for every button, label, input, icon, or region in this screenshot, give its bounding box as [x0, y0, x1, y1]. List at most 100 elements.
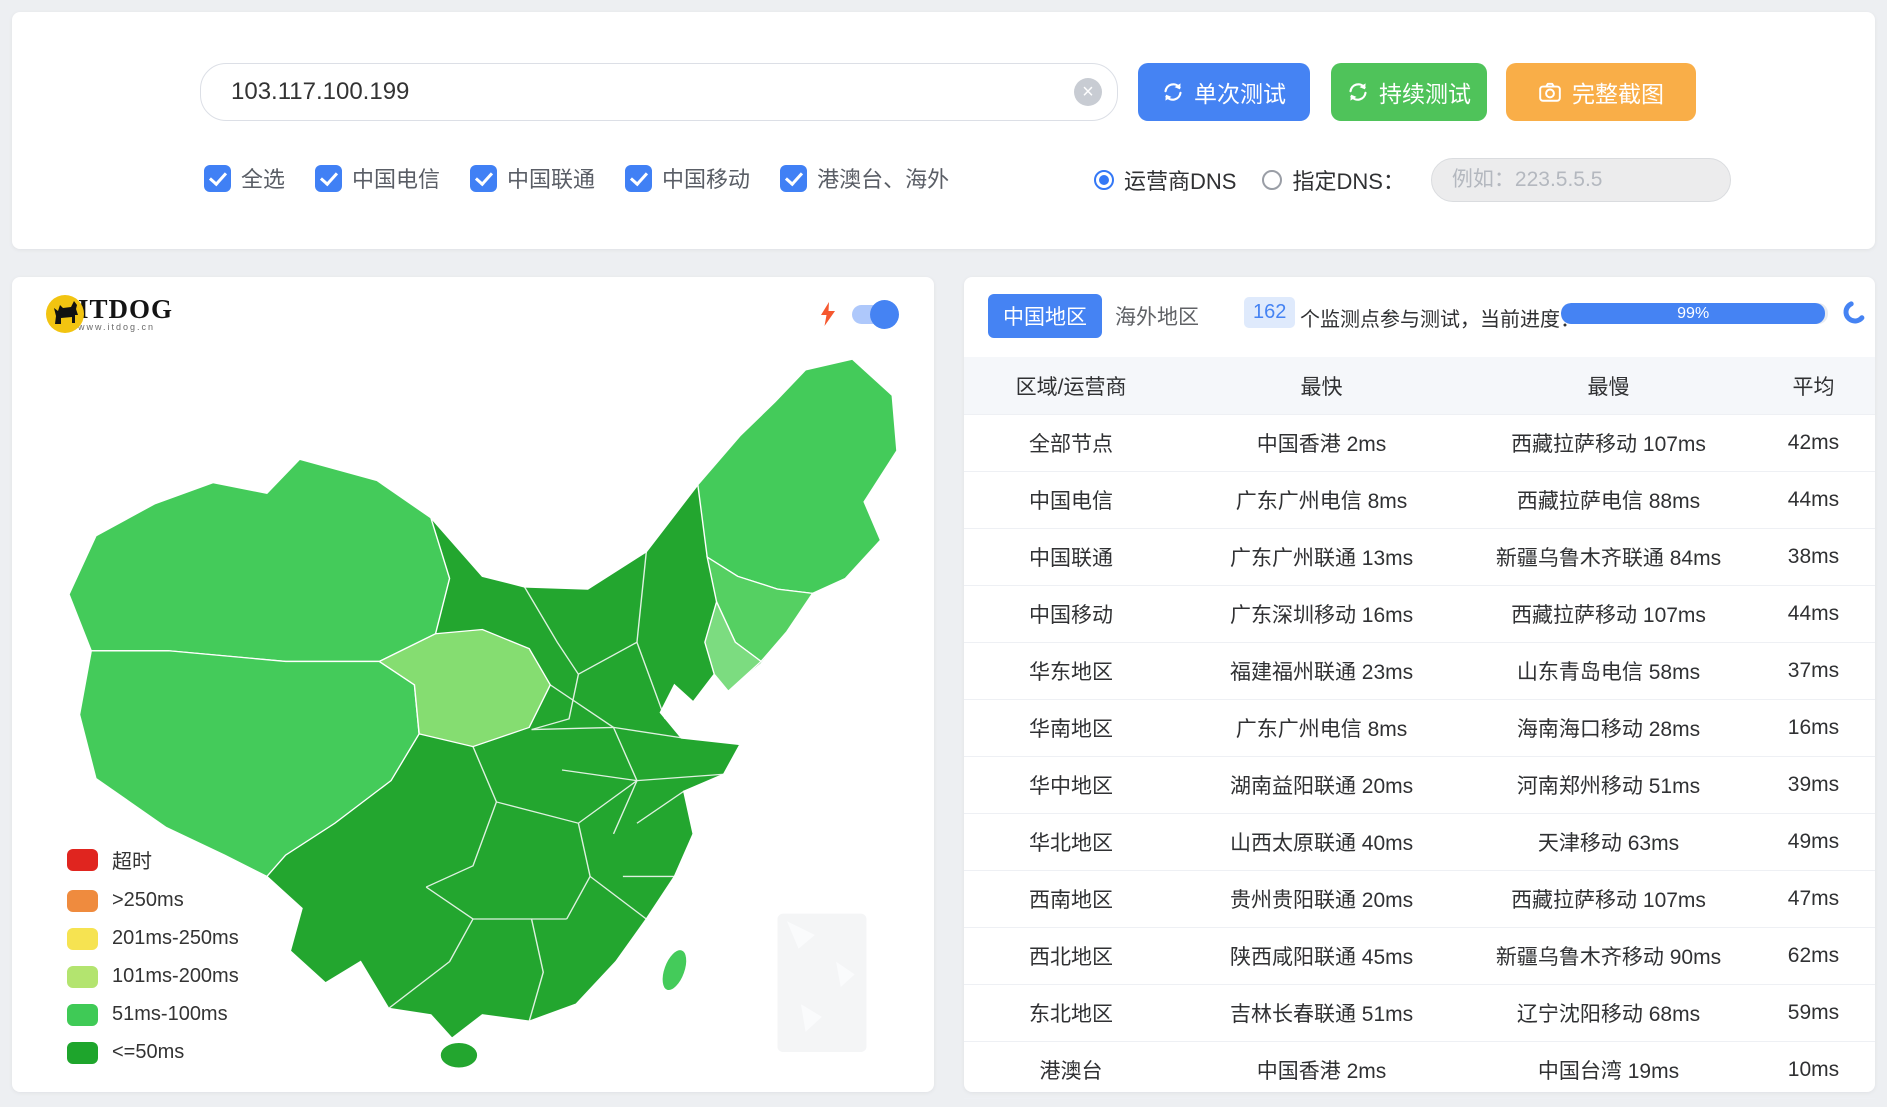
- isp-checkbox[interactable]: 中国电信: [315, 162, 440, 194]
- legend-label: 51ms-100ms: [112, 1003, 228, 1025]
- legend-label: 超时: [112, 851, 152, 873]
- isp-checkbox[interactable]: 全选: [204, 162, 285, 194]
- realtime-toggle[interactable]: [852, 299, 899, 329]
- isp-checkbox[interactable]: 中国联通: [470, 162, 595, 194]
- repeat-once-icon: [1164, 83, 1182, 101]
- table-header-row: 区域/运营商 最快 最慢 平均: [964, 357, 1875, 415]
- progress-fill: 99%: [1561, 303, 1826, 324]
- cell-fastest: 广东广州联通 13ms: [1229, 547, 1414, 570]
- screenshot-label: 完整截图: [1572, 81, 1664, 107]
- ip-input[interactable]: [200, 63, 1118, 121]
- table-row: 东北地区 吉林长春联通 51ms 辽宁沈阳移动 68ms 59ms: [964, 985, 1875, 1042]
- cell-slowest: 天津移动 63ms: [1537, 832, 1680, 855]
- repeat-icon: [1349, 83, 1367, 101]
- table-row: 华北地区 山西太原联通 40ms 天津移动 63ms 49ms: [964, 814, 1875, 871]
- cell-average: 16ms: [1787, 716, 1840, 739]
- cell-slowest: 新疆乌鲁木齐联通 84ms: [1495, 547, 1722, 570]
- cell-region: 港澳台: [1039, 1060, 1103, 1083]
- single-test-button[interactable]: 单次测试: [1138, 63, 1310, 121]
- checkbox-checked-icon: [315, 164, 343, 192]
- screenshot-button[interactable]: 完整截图: [1506, 63, 1696, 121]
- legend-color-swatch: [67, 927, 98, 950]
- cell-average: 37ms: [1787, 659, 1840, 682]
- cell-region: 中国联通: [1029, 547, 1114, 570]
- cell-region: 中国电信: [1029, 490, 1114, 513]
- results-table: 区域/运营商 最快 最慢 平均 全部节点 中国香港 2ms 西藏拉萨移动 107…: [964, 357, 1875, 1099]
- legend-item: >250ms: [67, 889, 239, 912]
- legend-color-swatch: [67, 1041, 98, 1064]
- dns-options: 运营商DNS 指定DNS：: [1094, 158, 1731, 202]
- cell-average: 44ms: [1787, 488, 1840, 511]
- checkbox-label: 中国电信: [352, 167, 441, 192]
- cell-region: 华南地区: [1029, 718, 1114, 741]
- table-row: 华中地区 湖南益阳联通 20ms 河南郑州移动 51ms 39ms: [964, 757, 1875, 814]
- tab-china-region[interactable]: 中国地区: [988, 294, 1102, 338]
- custom-dns-label: 指定DNS：: [1292, 169, 1405, 194]
- monitor-caption: 个监测点参与测试，当前进度：: [1300, 309, 1580, 331]
- continuous-test-button[interactable]: 持续测试: [1331, 63, 1487, 121]
- latency-legend: 超时 >250ms 201ms-250ms 101ms-200ms 51ms-1…: [67, 845, 239, 1064]
- legend-color-swatch: [67, 965, 98, 988]
- cell-average: 42ms: [1787, 431, 1840, 454]
- cell-fastest: 广东广州电信 8ms: [1235, 490, 1408, 513]
- cell-region: 华北地区: [1029, 832, 1114, 855]
- logo-title: ITDOG: [78, 294, 174, 324]
- legend-label: <=50ms: [112, 1041, 185, 1063]
- legend-item: 101ms-200ms: [67, 965, 239, 988]
- cell-slowest: 中国台湾 19ms: [1537, 1060, 1680, 1083]
- ip-input-wrap: ×: [200, 63, 1118, 121]
- table-row: 中国联通 广东广州联通 13ms 新疆乌鲁木齐联通 84ms 38ms: [964, 529, 1875, 586]
- cell-slowest: 辽宁沈阳移动 68ms: [1516, 1003, 1701, 1026]
- toolbar-card: × 单次测试 持续测试 完整截图 全选: [12, 12, 1875, 249]
- cell-average: 59ms: [1787, 1001, 1840, 1024]
- legend-item: <=50ms: [67, 1041, 239, 1064]
- cell-region: 中国移动: [1029, 604, 1114, 627]
- operator-dns-label: 运营商DNS: [1124, 169, 1237, 194]
- header-region: 区域/运营商: [1015, 375, 1127, 399]
- cell-slowest: 西藏拉萨移动 107ms: [1511, 433, 1706, 456]
- cell-average: 39ms: [1787, 773, 1840, 796]
- cell-slowest: 西藏拉萨移动 107ms: [1511, 889, 1706, 912]
- loading-spinner-icon: [1843, 300, 1867, 324]
- checkbox-checked-icon: [780, 164, 808, 192]
- cell-region: 华东地区: [1029, 661, 1114, 684]
- legend-label: >250ms: [112, 889, 184, 911]
- cell-average: 44ms: [1787, 602, 1840, 625]
- map-card: ITDOG www.itdog.cn 超时 >250ms 201ms-250ms…: [12, 277, 934, 1092]
- cell-region: 西南地区: [1029, 889, 1114, 912]
- cell-slowest: 山东青岛电信 58ms: [1516, 661, 1701, 684]
- cell-slowest: 河南郑州移动 51ms: [1516, 775, 1701, 798]
- legend-item: 201ms-250ms: [67, 927, 239, 950]
- cell-fastest: 中国香港 2ms: [1256, 1060, 1387, 1083]
- table-row: 西南地区 贵州贵阳联通 20ms 西藏拉萨移动 107ms 47ms: [964, 871, 1875, 928]
- isp-checkbox[interactable]: 中国移动: [625, 162, 750, 194]
- table-row: 华东地区 福建福州联通 23ms 山东青岛电信 58ms 37ms: [964, 643, 1875, 700]
- single-test-label: 单次测试: [1194, 81, 1286, 107]
- custom-dns-input[interactable]: [1430, 158, 1731, 202]
- continuous-test-label: 持续测试: [1379, 81, 1471, 107]
- progress-bar: 99%: [1561, 303, 1828, 324]
- camera-icon: [1539, 82, 1561, 102]
- tab-overseas-region[interactable]: 海外地区: [1100, 294, 1214, 338]
- legend-item: 超时: [67, 845, 239, 874]
- legend-item: 51ms-100ms: [67, 1003, 239, 1026]
- clear-input-icon[interactable]: ×: [1074, 78, 1102, 106]
- operator-dns-radio[interactable]: [1094, 170, 1114, 190]
- cell-fastest: 吉林长春联通 51ms: [1229, 1003, 1414, 1026]
- cell-region: 华中地区: [1029, 775, 1114, 798]
- header-fastest: 最快: [1300, 375, 1343, 399]
- cell-average: 38ms: [1787, 545, 1840, 568]
- cell-fastest: 贵州贵阳联通 20ms: [1229, 889, 1414, 912]
- cell-fastest: 广东广州电信 8ms: [1235, 718, 1408, 741]
- checkbox-checked-icon: [204, 164, 231, 192]
- table-body: 全部节点 中国香港 2ms 西藏拉萨移动 107ms 42ms 中国电信 广东广…: [964, 415, 1875, 1099]
- custom-dns-radio[interactable]: [1262, 170, 1283, 190]
- checkbox-checked-icon: [625, 164, 653, 192]
- results-header: 中国地区 海外地区 162 个监测点参与测试，当前进度： 99%: [964, 277, 1875, 357]
- cell-fastest: 山西太原联通 40ms: [1229, 832, 1414, 855]
- table-row: 西北地区 陕西咸阳联通 45ms 新疆乌鲁木齐移动 90ms 62ms: [964, 928, 1875, 985]
- legend-label: 201ms-250ms: [112, 927, 239, 949]
- checkbox-label: 港澳台、海外: [817, 167, 950, 192]
- isp-checkbox[interactable]: 港澳台、海外: [780, 162, 949, 194]
- cell-fastest: 陕西咸阳联通 45ms: [1229, 946, 1414, 969]
